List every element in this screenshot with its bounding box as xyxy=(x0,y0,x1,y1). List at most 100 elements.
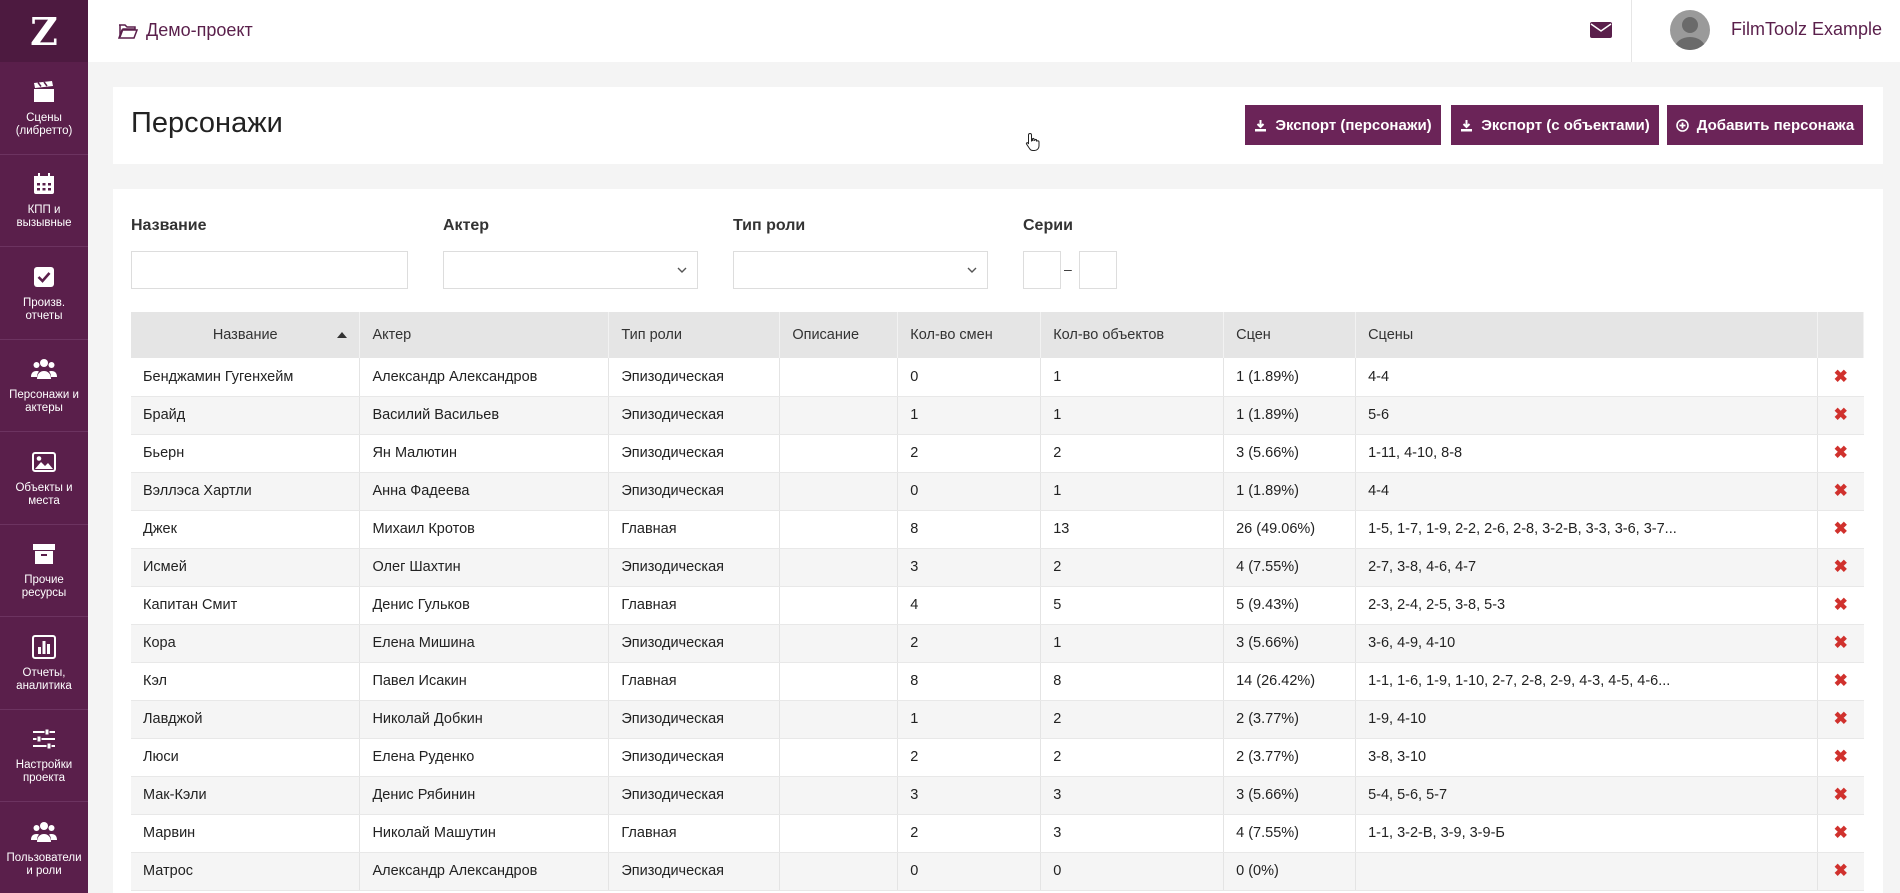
cell-objects: 2 xyxy=(1040,434,1225,473)
table-header-row: Название Актер Тип роли Описание Кол-во … xyxy=(131,312,1865,358)
cell-description xyxy=(779,738,899,777)
cell-shifts: 3 xyxy=(897,776,1042,815)
table-row[interactable]: Матрос Александр Александров Эпизодическая… xyxy=(131,852,1864,891)
envelope-icon[interactable] xyxy=(1589,20,1613,40)
nav-analytics[interactable]: Отчеты, аналитика xyxy=(0,617,88,710)
filter-actor-select[interactable] xyxy=(443,251,698,289)
nav-locations[interactable]: Объекты и места xyxy=(0,432,88,525)
table-row[interactable]: Вэллэса Хартли Анна Фадеева Эпизодическая 0… xyxy=(131,472,1864,511)
delete-icon[interactable]: ✖ xyxy=(1834,709,1848,728)
delete-icon[interactable]: ✖ xyxy=(1834,557,1848,576)
column-header-actions xyxy=(1817,312,1865,358)
cell-role: Главная xyxy=(608,814,781,853)
table-row[interactable]: Кора Елена Мишина Эпизодическая 2 1 3 (5.66%)… xyxy=(131,624,1864,663)
column-header-role[interactable]: Тип роли xyxy=(608,312,781,358)
delete-icon[interactable]: ✖ xyxy=(1834,671,1848,690)
add-character-button[interactable]: Добавить персонажа xyxy=(1667,105,1863,145)
cell-role: Эпизодическая xyxy=(608,358,781,397)
delete-icon[interactable]: ✖ xyxy=(1834,481,1848,500)
table-row[interactable]: Бьерн Ян Малютин Эпизодическая 2 2 3 (5.66%) 1… xyxy=(131,434,1864,473)
nav-scenes[interactable]: Сцены (либретто) xyxy=(0,62,88,155)
delete-icon[interactable]: ✖ xyxy=(1834,633,1848,652)
filter-series-to[interactable] xyxy=(1079,251,1117,289)
delete-icon[interactable]: ✖ xyxy=(1834,405,1848,424)
cell-actor: Павел Исакин xyxy=(359,662,610,701)
cell-actor: Денис Гульков xyxy=(359,586,610,625)
cell-scene-count: 3 (5.66%) xyxy=(1223,434,1357,473)
column-header-scenes[interactable]: Сцены xyxy=(1355,312,1818,358)
filter-role-select[interactable] xyxy=(733,251,988,289)
nav-resources[interactable]: Прочие ресурсы xyxy=(0,525,88,617)
column-header-actor[interactable]: Актер xyxy=(359,312,610,358)
cell-shifts: 2 xyxy=(897,814,1042,853)
cell-actions: ✖ xyxy=(1817,738,1864,777)
username[interactable]: FilmToolz Example xyxy=(1731,19,1882,40)
cell-name: Марвин xyxy=(131,814,361,853)
cell-scenes xyxy=(1355,852,1818,891)
chevron-down-icon xyxy=(677,267,687,273)
cell-name: Кэл xyxy=(131,662,361,701)
series-dash: – xyxy=(1064,261,1072,277)
cell-actions: ✖ xyxy=(1817,434,1864,473)
cell-actor: Александр Александров xyxy=(359,852,610,891)
column-header-description[interactable]: Описание xyxy=(779,312,899,358)
delete-icon[interactable]: ✖ xyxy=(1834,823,1848,842)
cell-scene-count: 4 (7.55%) xyxy=(1223,548,1357,587)
cell-shifts: 2 xyxy=(897,434,1042,473)
cell-shifts: 8 xyxy=(897,510,1042,549)
nav-settings[interactable]: Настройки проекта xyxy=(0,710,88,802)
cell-actor: Николай Добкин xyxy=(359,700,610,739)
filter-name-input[interactable] xyxy=(131,251,408,289)
nav-users[interactable]: Пользователи и роли xyxy=(0,802,88,893)
table-row[interactable]: Брайд Василий Васильев Эпизодическая 1 1 1 (1… xyxy=(131,396,1864,435)
table-row[interactable]: Джек Михаил Кротов Главная 8 13 26 (49.06%) 1-… xyxy=(131,510,1864,549)
cell-scenes: 2-3, 2-4, 2-5, 3-8, 5-3 xyxy=(1355,586,1818,625)
delete-icon[interactable]: ✖ xyxy=(1834,785,1848,804)
table-row[interactable]: Бенджамин Гугенхейм Александр Александров… xyxy=(131,358,1864,397)
cell-objects: 1 xyxy=(1040,472,1225,511)
table-row[interactable]: Исмей Олег Шахтин Эпизодическая 3 2 4 (7.55%)… xyxy=(131,548,1864,587)
checkbox-icon xyxy=(34,266,54,287)
column-header-name[interactable]: Название xyxy=(131,312,361,358)
cell-role: Главная xyxy=(608,586,781,625)
table-row[interactable]: Мак-Кэли Денис Рябинин Эпизодическая 3 3 3 (5… xyxy=(131,776,1864,815)
delete-icon[interactable]: ✖ xyxy=(1834,595,1848,614)
nav-label: Сцены (либретто) xyxy=(15,111,73,137)
cell-role: Эпизодическая xyxy=(608,472,781,511)
cell-name: Бьерн xyxy=(131,434,361,473)
hand-cursor-icon xyxy=(1025,132,1040,151)
column-header-scene-count[interactable]: Сцен xyxy=(1223,312,1357,358)
column-header-shifts[interactable]: Кол-во смен xyxy=(897,312,1042,358)
delete-icon[interactable]: ✖ xyxy=(1834,443,1848,462)
users-icon xyxy=(31,359,57,380)
delete-icon[interactable]: ✖ xyxy=(1834,861,1848,880)
nav-label: Персонажи и актеры xyxy=(9,389,79,415)
cell-objects: 2 xyxy=(1040,700,1225,739)
app-logo[interactable]: Z xyxy=(0,0,88,62)
export-objects-button[interactable]: Экспорт (с объектами) xyxy=(1451,105,1659,145)
cell-objects: 8 xyxy=(1040,662,1225,701)
cell-scene-count: 0 (0%) xyxy=(1223,852,1357,891)
characters-panel: Название Актер Тип роли Серии – Название… xyxy=(113,189,1883,893)
column-header-objects[interactable]: Кол-во объектов xyxy=(1040,312,1225,358)
cell-role: Эпизодическая xyxy=(608,852,781,891)
delete-icon[interactable]: ✖ xyxy=(1834,367,1848,386)
avatar[interactable] xyxy=(1670,10,1710,50)
sliders-icon xyxy=(33,728,55,750)
export-characters-button[interactable]: Экспорт (персонажи) xyxy=(1245,105,1441,145)
filter-role-label: Тип роли xyxy=(733,217,806,234)
nav-schedule[interactable]: КПП и вызывные xyxy=(0,155,88,247)
table-row[interactable]: Люси Елена Руденко Эпизодическая 2 2 2 (3.77%… xyxy=(131,738,1864,777)
nav-reports[interactable]: Произв. отчеты xyxy=(0,247,88,340)
table-row[interactable]: Капитан Смит Денис Гульков Главная 4 5 5 (9.4… xyxy=(131,586,1864,625)
nav-label: Прочие ресурсы xyxy=(21,574,67,600)
table-row[interactable]: Кэл Павел Исакин Главная 8 8 14 (26.42%) 1-1, … xyxy=(131,662,1864,701)
project-selector[interactable]: Демо-проект xyxy=(118,20,253,41)
nav-characters[interactable]: Персонажи и актеры xyxy=(0,340,88,432)
filter-series-from[interactable] xyxy=(1023,251,1061,289)
delete-icon[interactable]: ✖ xyxy=(1834,747,1848,766)
table-row[interactable]: Марвин Николай Машутин Главная 2 3 4 (7.55%) 1… xyxy=(131,814,1864,853)
table-row[interactable]: Лавджой Николай Добкин Эпизодическая 1 2 2 (3… xyxy=(131,700,1864,739)
delete-icon[interactable]: ✖ xyxy=(1834,519,1848,538)
nav-label: КПП и вызывные xyxy=(16,204,72,230)
